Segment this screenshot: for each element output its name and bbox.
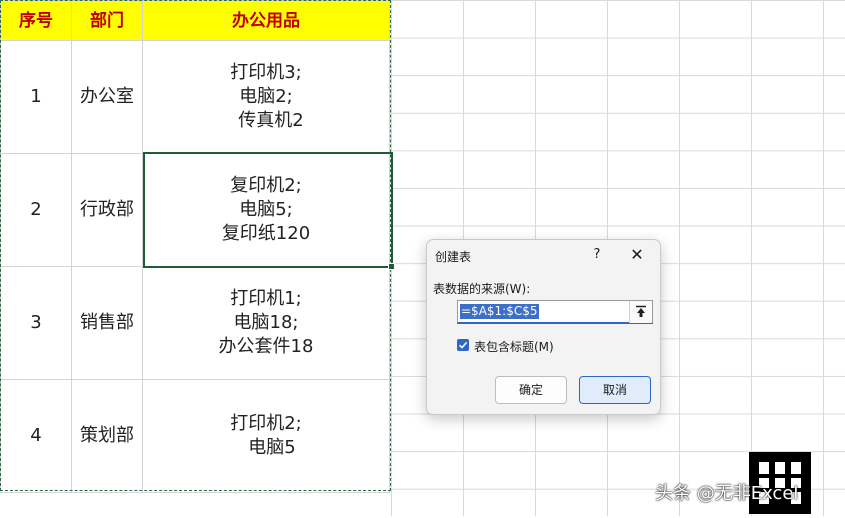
has-headers-label[interactable]: 表包含标题(M) xyxy=(474,338,554,355)
collapse-arrow-icon xyxy=(636,305,646,317)
checkmark-icon xyxy=(458,341,468,349)
cell-no[interactable]: 1 xyxy=(0,40,72,154)
cell-no[interactable]: 4 xyxy=(0,379,72,493)
watermark-text: 头条 @无非Excel xyxy=(655,483,799,504)
cell-items[interactable]: 复印机2; 电脑5; 复印纸120 xyxy=(142,153,390,267)
item-line: 传真机2 xyxy=(238,110,304,131)
source-label: 表数据的来源(W): xyxy=(433,282,531,296)
table-row: 1 办公室 打印机3; 电脑2; 传真机2 xyxy=(0,40,390,154)
collapse-dialog-button[interactable] xyxy=(629,301,652,323)
item-line: 打印机2; xyxy=(230,413,302,434)
item-line: 电脑2; xyxy=(239,86,293,107)
cell-dept[interactable]: 办公室 xyxy=(71,40,143,154)
ok-button[interactable]: 确定 xyxy=(495,376,567,404)
has-headers-checkbox[interactable] xyxy=(457,339,469,351)
item-line: 电脑18; xyxy=(233,312,299,333)
close-icon[interactable]: ✕ xyxy=(625,244,649,266)
item-line: 复印机2; xyxy=(230,175,302,196)
range-value: =$A$1:$C$5 xyxy=(460,304,539,319)
cell-no[interactable]: 3 xyxy=(0,266,72,380)
cell-items[interactable]: 打印机3; 电脑2; 传真机2 xyxy=(142,40,390,154)
item-line: 复印纸120 xyxy=(221,223,311,244)
header-cell-no[interactable]: 序号 xyxy=(0,0,72,41)
cell-items[interactable]: 打印机1; 电脑18; 办公套件18 xyxy=(142,266,390,380)
table-row: 2 行政部 复印机2; 电脑5; 复印纸120 xyxy=(0,153,390,267)
create-table-dialog: 创建表 ? ✕ 表数据的来源(W): =$A$1:$C$5 表包含标题(M) 确… xyxy=(426,239,661,415)
item-line: 电脑5; xyxy=(239,199,293,220)
range-input[interactable]: =$A$1:$C$5 xyxy=(457,300,653,324)
table-row: 4 策划部 打印机2; 电脑5 xyxy=(0,379,390,493)
dialog-title: 创建表 xyxy=(435,250,472,264)
header-cell-dept[interactable]: 部门 xyxy=(71,0,143,41)
item-line: 打印机1; xyxy=(230,288,302,309)
table-row: 3 销售部 打印机1; 电脑18; 办公套件18 xyxy=(0,266,390,380)
item-line: 电脑5 xyxy=(248,437,296,458)
cell-no[interactable]: 2 xyxy=(0,153,72,267)
cancel-button[interactable]: 取消 xyxy=(579,376,651,404)
cell-dept[interactable]: 销售部 xyxy=(71,266,143,380)
header-cell-items[interactable]: 办公用品 xyxy=(142,0,390,41)
header-row: 序号 部门 办公用品 xyxy=(0,0,390,41)
item-line: 打印机3; xyxy=(230,62,302,83)
cell-items[interactable]: 打印机2; 电脑5 xyxy=(142,379,390,493)
data-table: 序号 部门 办公用品 1 办公室 打印机3; 电脑2; 传真机2 2 行政部 复… xyxy=(0,0,390,493)
item-line: 办公套件18 xyxy=(218,336,314,357)
help-icon[interactable]: ? xyxy=(587,245,607,265)
cell-dept[interactable]: 行政部 xyxy=(71,153,143,267)
cell-dept[interactable]: 策划部 xyxy=(71,379,143,493)
